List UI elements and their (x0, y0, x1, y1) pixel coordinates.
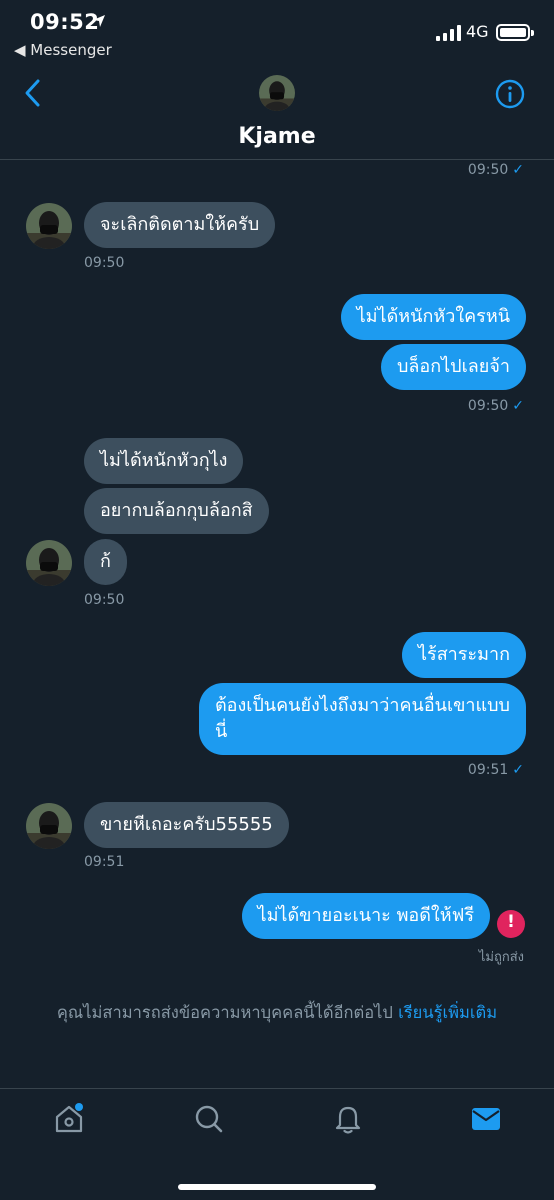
conversation-name[interactable]: Kjame (0, 124, 554, 149)
message-line: นี่ (214, 721, 228, 742)
message-meta: 09:51 ✓ (467, 762, 524, 778)
outgoing-message-bubble[interactable]: ไม่ได้หนักหัวใครหนิ (340, 294, 526, 340)
notice-text: คุณไม่สามารถส่งข้อความหาบุคคลนี้ได้อีกต่… (56, 1003, 393, 1022)
outgoing-message-bubble[interactable]: บล็อกไปเลยจ้า (380, 344, 526, 390)
message-meta: 09:51 (84, 854, 125, 870)
sender-avatar[interactable] (26, 203, 72, 249)
info-icon[interactable] (494, 78, 526, 110)
message-meta: 09:50 (84, 255, 125, 271)
header-avatar[interactable] (259, 75, 295, 111)
not-sent-label: ไม่ถูกส่ง (478, 950, 524, 965)
message-line: ต้องเป็นคนยังไงถึงมาว่าคนอื่นเขาแบบ (214, 695, 510, 716)
error-exclamation-icon[interactable]: ! (497, 910, 525, 938)
incoming-message-bubble[interactable]: ก้ (84, 539, 127, 585)
outgoing-message-bubble[interactable]: ต้องเป็นคนยังไงถึงมาว่าคนอื่นเขาแบบ นี่ (198, 683, 526, 755)
read-check-icon: ✓ (512, 762, 524, 778)
message-meta: 09:50 ✓ (467, 398, 524, 414)
status-bar: 09:52 ◀ Messenger 4G (0, 0, 554, 62)
network-label: 4G (466, 22, 489, 41)
incoming-message-bubble[interactable]: ไม่ได้หนักหัวกุไง (84, 438, 244, 484)
incoming-message-bubble[interactable]: ขายหีเถอะครับ55555 (84, 802, 289, 848)
read-check-icon: ✓ (512, 162, 524, 178)
read-check-icon: ✓ (512, 398, 524, 414)
signal-icon (436, 25, 461, 41)
search-icon[interactable] (193, 1103, 225, 1135)
message-meta: 09:50 (84, 592, 125, 608)
location-arrow-icon (93, 15, 105, 27)
incoming-message-bubble[interactable]: อยากบล้อกกุบล้อกสิ (84, 488, 269, 534)
failed-message-bubble[interactable]: ไม่ได้ขายอะเนาะ พอดีให้ฟรี (241, 893, 490, 939)
status-time: 09:52 (30, 10, 100, 34)
incoming-message-bubble[interactable]: จะเลิกติดตามให้ครับ (84, 202, 276, 248)
bell-icon[interactable] (332, 1103, 364, 1135)
chevron-left-icon[interactable] (18, 76, 48, 110)
message-meta: 09:50 ✓ (467, 162, 524, 178)
mail-icon[interactable] (470, 1103, 502, 1135)
outgoing-message-bubble[interactable]: ไร้สาระมาก (401, 632, 526, 678)
sender-avatar[interactable] (26, 540, 72, 586)
home-indicator (178, 1184, 376, 1190)
learn-more-link[interactable]: เรียนรู้เพิ่มเติม (398, 1003, 497, 1022)
sender-avatar[interactable] (26, 803, 72, 849)
battery-icon (496, 24, 534, 41)
cannot-message-notice: คุณไม่สามารถส่งข้อความหาบุคคลนี้ได้อีกต่… (0, 1000, 554, 1026)
home-notification-dot (75, 1103, 83, 1111)
conversation-header: Kjame (0, 62, 554, 160)
back-to-app-link[interactable]: ◀ Messenger (14, 41, 112, 59)
